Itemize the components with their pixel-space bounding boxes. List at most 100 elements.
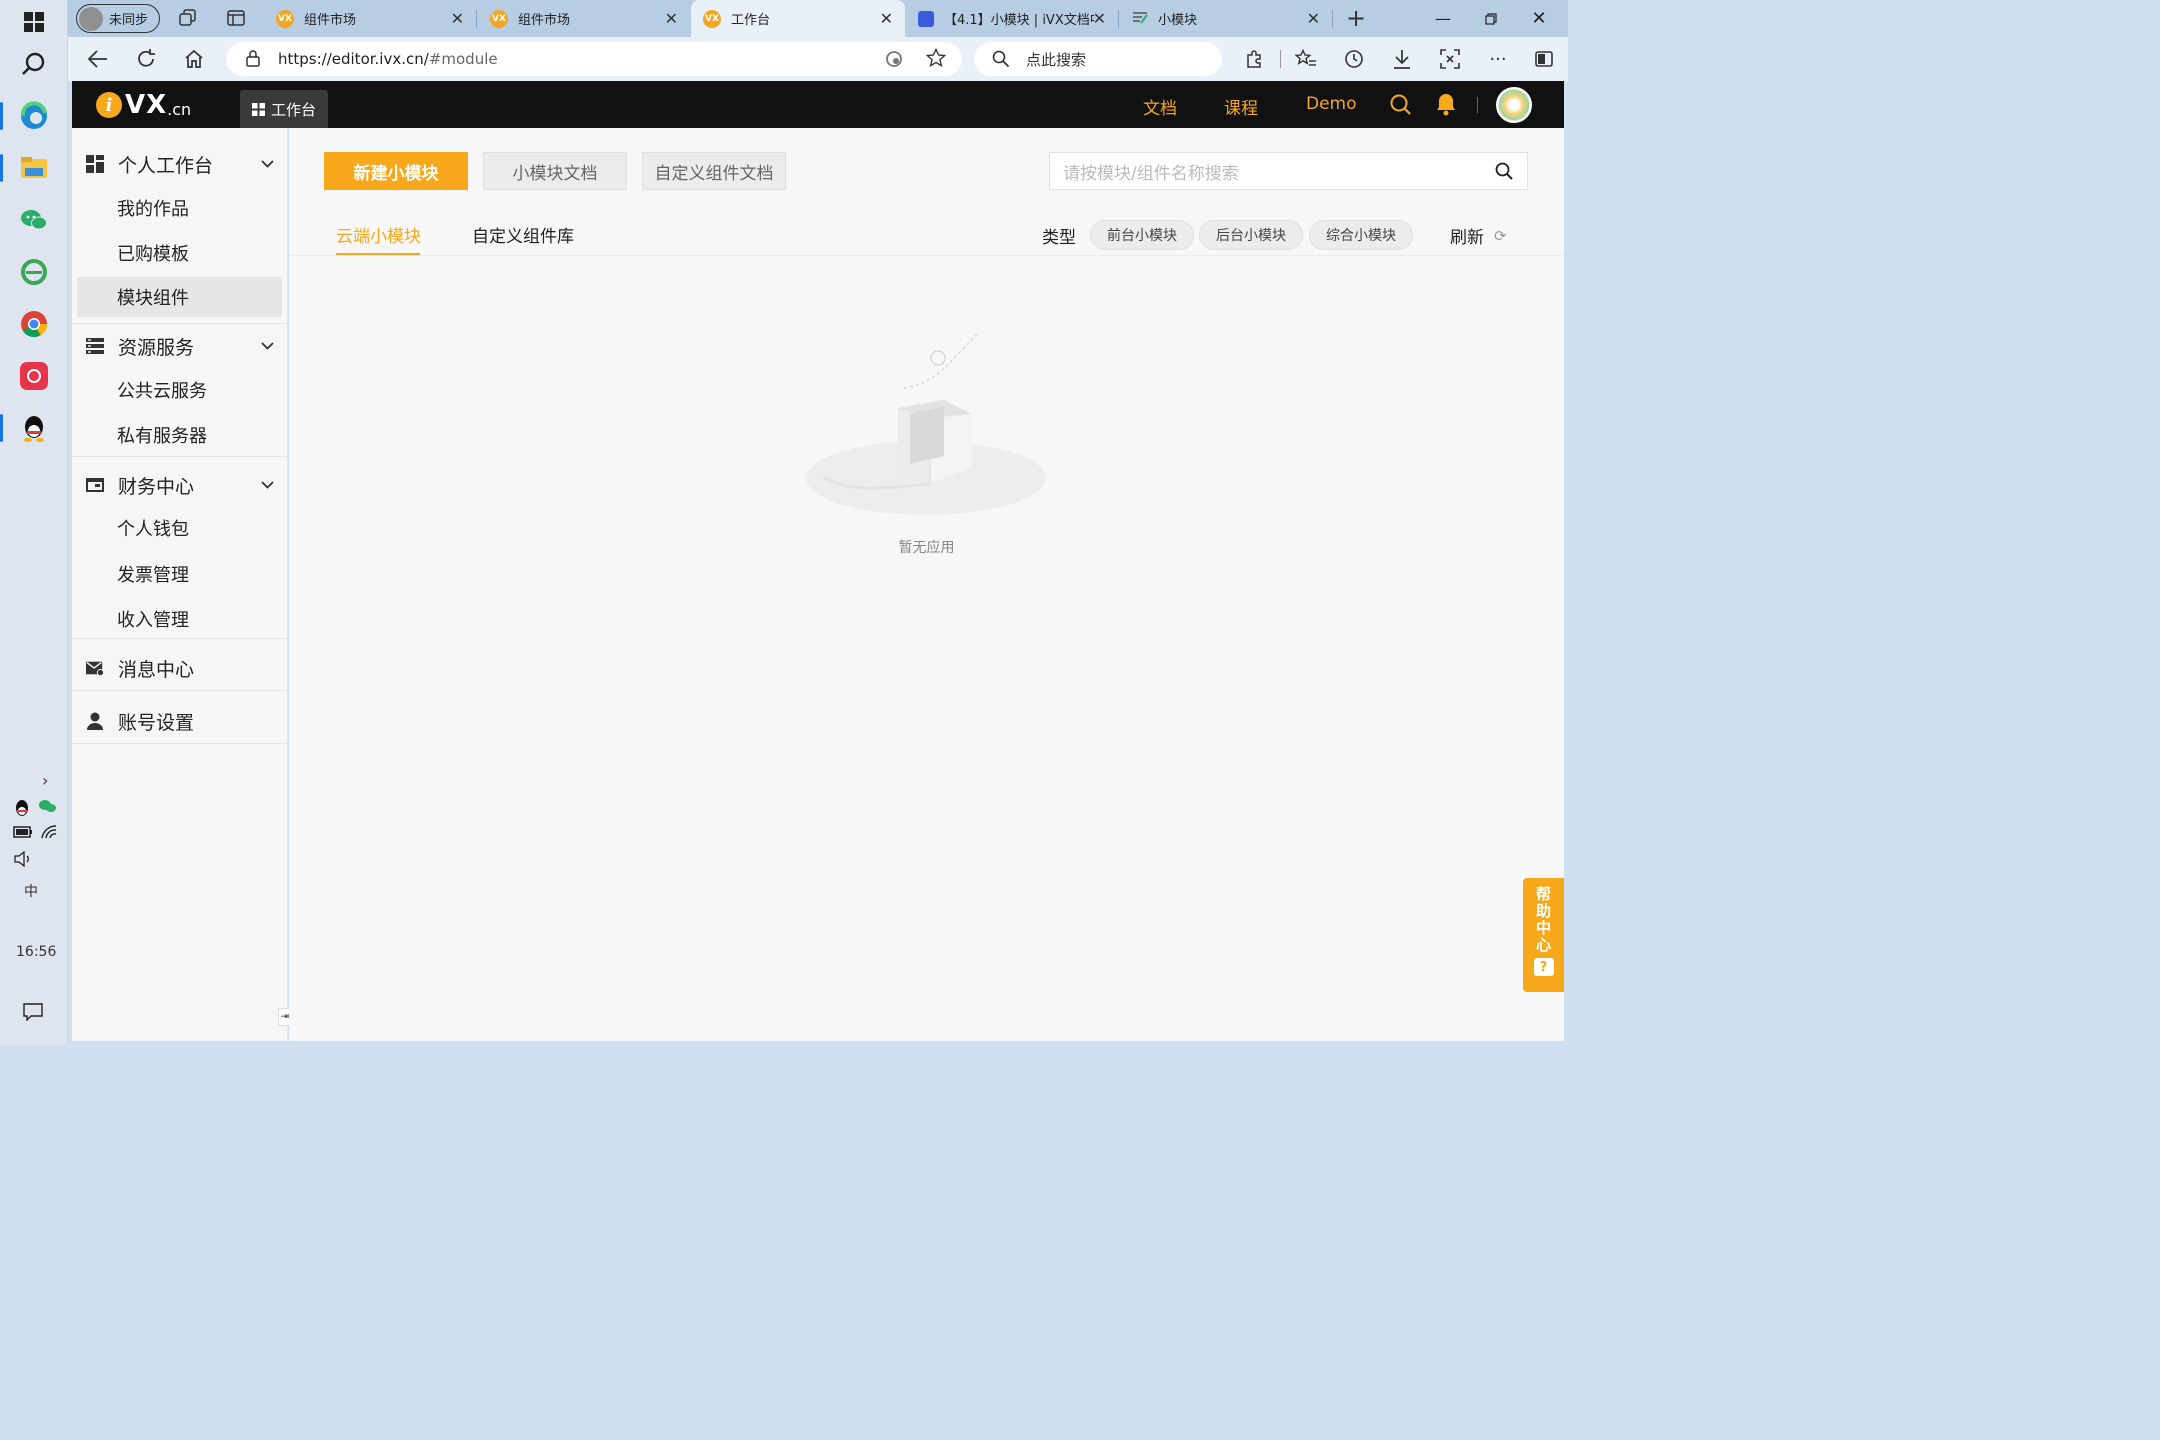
filter-backend-modules[interactable]: 后台小模块: [1199, 220, 1303, 250]
netease-music-icon[interactable]: [12, 354, 56, 398]
web-search-input[interactable]: 点此搜索: [974, 42, 1222, 76]
sidebar-group-label: 账号设置: [118, 711, 195, 734]
sidebar-group-personal-workbench[interactable]: 个人工作台: [72, 142, 288, 186]
window-close-icon[interactable]: ✕: [1516, 0, 1562, 37]
sidebar-item-my-works[interactable]: 我的作品: [77, 188, 282, 228]
module-search-input[interactable]: 请按模块/组件名称搜索: [1049, 152, 1528, 190]
minimize-icon[interactable]: —: [1420, 0, 1466, 37]
refresh-button[interactable]: 刷新 ⟳: [1450, 223, 1507, 249]
logo-i-icon: i: [96, 92, 122, 118]
refresh-icon[interactable]: [130, 43, 162, 75]
vertical-tabs-icon[interactable]: [220, 2, 252, 34]
help-center-button[interactable]: 帮 助 中 心 ?: [1523, 878, 1564, 992]
download-icon[interactable]: [1386, 43, 1418, 75]
header-search-icon[interactable]: [1390, 94, 1412, 120]
filter-frontend-modules[interactable]: 前台小模块: [1090, 220, 1194, 250]
wechat-icon[interactable]: [12, 198, 56, 242]
tab-cloud-modules[interactable]: 云端小模块: [336, 222, 421, 247]
lock-icon[interactable]: [246, 50, 260, 67]
tab-module[interactable]: 小模块 ✕: [1120, 0, 1332, 37]
sidebar-group-resource-services[interactable]: 资源服务: [72, 324, 288, 368]
screenshot-icon[interactable]: [1434, 43, 1466, 75]
sidebar-group-label: 消息中心: [118, 658, 195, 681]
wechat-tray-icon[interactable]: [38, 799, 56, 817]
filter-composite-modules[interactable]: 综合小模块: [1309, 220, 1413, 250]
tab-close-icon[interactable]: ✕: [1307, 9, 1320, 28]
tab-component-market-2[interactable]: VX 组件市场 ✕: [478, 0, 690, 37]
workbench-tab[interactable]: 工作台: [240, 90, 328, 128]
restore-icon[interactable]: [1468, 0, 1514, 37]
wifi-icon[interactable]: [40, 824, 58, 844]
help-question-icon: ?: [1533, 958, 1554, 976]
edit-favicon-icon: [1132, 10, 1148, 28]
sidebar-item-private-server[interactable]: 私有服务器: [77, 415, 282, 455]
profile-button[interactable]: 未同步: [76, 4, 160, 33]
edge-browser-icon[interactable]: [0, 94, 56, 138]
back-icon[interactable]: [82, 43, 114, 75]
vx-favicon-icon: VX: [276, 9, 294, 28]
tab-component-market-1[interactable]: VX 组件市场 ✕: [264, 0, 476, 37]
main-content: 新建小模块 小模块文档 自定义组件文档 请按模块/组件名称搜索 云端小模块 自定…: [289, 128, 1564, 1041]
nav-demo-link[interactable]: Demo: [1306, 94, 1357, 114]
battery-icon[interactable]: [13, 826, 33, 842]
ie-browser-icon[interactable]: [12, 250, 56, 294]
sidebar-group-finance[interactable]: 财务中心: [72, 463, 288, 507]
clock[interactable]: 16:56: [16, 944, 56, 960]
tab-close-icon[interactable]: ✕: [451, 9, 464, 28]
tab-workbench[interactable]: VX 工作台 ✕: [691, 0, 905, 37]
user-avatar[interactable]: [1496, 87, 1532, 123]
sidebar-group-messages[interactable]: 消息中心: [72, 646, 288, 690]
chevron-down-icon[interactable]: [261, 156, 274, 172]
tab-close-icon[interactable]: ✕: [1093, 9, 1106, 28]
favorite-star-icon[interactable]: [925, 47, 947, 72]
volume-icon[interactable]: [13, 850, 33, 871]
refresh-icon: ⟳: [1494, 226, 1507, 245]
nav-docs-link[interactable]: 文档: [1143, 94, 1177, 119]
extensions-icon[interactable]: [1238, 43, 1270, 75]
chrome-icon[interactable]: [12, 302, 56, 346]
sidebar-item-invoice[interactable]: 发票管理: [77, 554, 282, 594]
tray-expand-icon[interactable]: ›: [42, 771, 48, 790]
tab-custom-components[interactable]: 自定义组件库: [472, 222, 574, 247]
ime-indicator[interactable]: 中: [24, 881, 38, 901]
new-module-button[interactable]: 新建小模块: [324, 152, 468, 190]
sidebar-group-account-settings[interactable]: 账号设置: [72, 699, 288, 743]
sidebar-toggle-icon[interactable]: [1528, 43, 1560, 75]
tab-module-doc[interactable]: 【4.1】小模块 | iVX文档中 ✕: [906, 0, 1118, 37]
nav-courses-link[interactable]: 课程: [1224, 94, 1258, 119]
qq-tray-icon[interactable]: [14, 799, 30, 821]
more-menu-icon[interactable]: ···: [1482, 43, 1514, 75]
windows-start-icon[interactable]: [12, 0, 56, 44]
favorites-icon[interactable]: [1290, 43, 1322, 75]
web-search-placeholder: 点此搜索: [1026, 50, 1087, 69]
sidebar-item-purchased-templates[interactable]: 已购模板: [77, 233, 282, 273]
custom-component-doc-button[interactable]: 自定义组件文档: [642, 152, 786, 190]
address-bar[interactable]: https://editor.ivx.cn/#module: [226, 42, 962, 76]
sidebar-item-income[interactable]: 收入管理: [77, 599, 282, 639]
chevron-down-icon[interactable]: [261, 477, 274, 493]
search-icon[interactable]: [12, 42, 56, 86]
sidebar-item-module-components[interactable]: 模块组件: [77, 277, 282, 317]
ivx-logo[interactable]: i VX .cn: [96, 90, 191, 120]
file-explorer-icon[interactable]: [0, 146, 56, 190]
sidebar-item-public-cloud[interactable]: 公共云服务: [77, 370, 282, 410]
notification-bell-icon[interactable]: [1436, 93, 1456, 120]
new-tab-icon[interactable]: +: [1340, 2, 1372, 34]
module-doc-button[interactable]: 小模块文档: [483, 152, 627, 190]
home-icon[interactable]: [178, 43, 210, 75]
edge-read-icon[interactable]: [884, 50, 904, 72]
history-icon[interactable]: [1338, 43, 1370, 75]
sidebar-item-wallet[interactable]: 个人钱包: [77, 508, 282, 548]
tab-title: 组件市场: [518, 13, 571, 28]
collections-icon[interactable]: [172, 2, 204, 34]
windows-taskbar: › 中 16:56: [0, 0, 68, 1045]
app-header: i VX .cn 工作台 文档 课程 Demo: [72, 81, 1564, 128]
search-icon[interactable]: [1495, 162, 1513, 180]
chevron-down-icon[interactable]: [261, 338, 274, 354]
tab-close-icon[interactable]: ✕: [665, 9, 678, 28]
grid-icon: [251, 102, 265, 116]
tab-close-icon[interactable]: ✕: [880, 9, 893, 28]
notification-icon[interactable]: [23, 1003, 43, 1025]
vx-favicon-icon: VX: [490, 9, 508, 28]
qq-icon[interactable]: [0, 406, 56, 450]
